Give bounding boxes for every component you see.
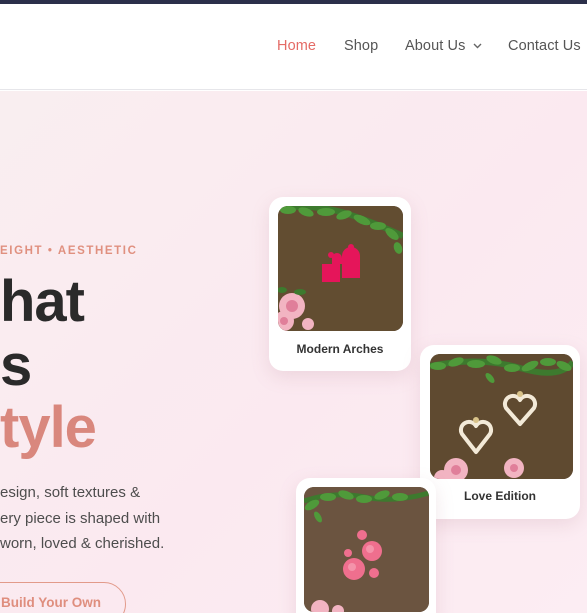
product-card-modern-arches[interactable]: Modern Arches [269, 197, 411, 371]
hero-headline-line-3: tyle [0, 395, 97, 460]
hero-eyebrow: EIGHT • AESTHETIC [0, 245, 138, 257]
site-header: Home Shop About Us Contact Us [0, 4, 587, 90]
chevron-down-icon [473, 43, 482, 49]
product-image [430, 354, 573, 479]
build-your-own-button[interactable]: Build Your Own [0, 582, 126, 613]
nav-contact-us[interactable]: Contact Us [508, 38, 581, 54]
hero-description: esign, soft textures & ery piece is shap… [0, 480, 230, 557]
hero-description-line: ery piece is shaped with [0, 509, 161, 527]
nav-shop[interactable]: Shop [344, 38, 378, 54]
product-caption: Modern Arches [296, 342, 384, 356]
nav-about-us-label: About Us [405, 38, 466, 54]
product-image [278, 206, 403, 331]
nav-home[interactable]: Home [277, 38, 316, 54]
build-your-own-label: Build Your Own [1, 595, 101, 610]
product-caption: Love Edition [464, 489, 536, 503]
product-card-pink-rounds[interactable] [296, 478, 436, 613]
hero-headline-line-2: s [0, 333, 32, 398]
hero-section: EIGHT • AESTHETIC hat s tyle esign, soft… [0, 91, 587, 613]
product-card-love-edition[interactable]: Love Edition [420, 345, 580, 519]
hero-headline-line-1: hat [0, 269, 85, 334]
hero-description-line: worn, loved & cherished. [0, 535, 165, 552]
hero-description-line: esign, soft textures & [0, 484, 141, 501]
product-image [304, 487, 429, 612]
nav-about-us[interactable]: About Us [405, 38, 482, 54]
